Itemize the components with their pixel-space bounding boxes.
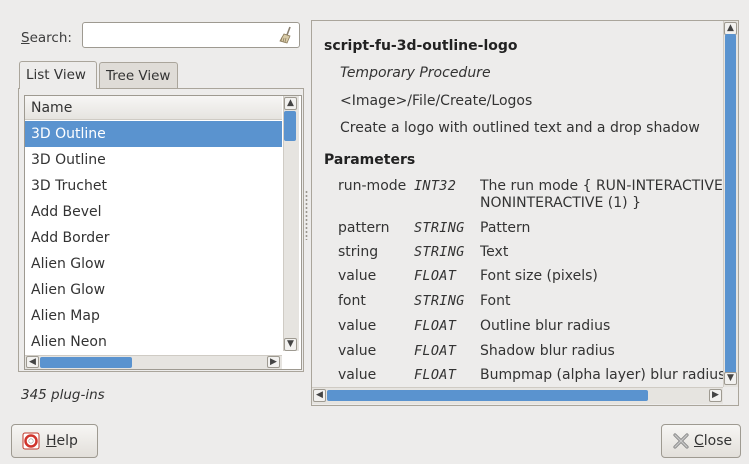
parameter-description: Shadow blur radius [480,343,615,359]
column-header-name[interactable]: Name [25,96,282,120]
parameter-name: value [338,343,377,359]
parameter-description: Font [480,293,511,309]
parameter-row: font STRING Font [0,293,749,317]
parameter-description: Font size (pixels) [480,268,598,284]
close-button-label: Close [694,433,733,449]
parameter-type: STRING [414,244,465,260]
parameter-type: STRING [414,220,465,236]
parameter-description: Bumpmap (alpha layer) blur radius [480,367,724,383]
parameter-type: FLOAT [414,343,457,359]
parameter-name: value [338,318,377,334]
parameter-name: run-mode [338,178,407,194]
search-input[interactable] [82,22,300,48]
procedure-type: Temporary Procedure [340,65,491,81]
help-lifebuoy-icon [22,432,40,450]
parameter-description: Text [480,244,509,260]
parameter-name: value [338,367,377,383]
help-button-label: Help [46,433,78,449]
parameter-type: STRING [414,293,465,309]
parameter-type: FLOAT [414,268,457,284]
close-icon [673,433,689,449]
parameter-type: FLOAT [414,367,457,383]
tab-tree-view[interactable]: Tree View [99,62,178,88]
help-button[interactable]: Help [11,424,98,458]
procedure-description: Create a logo with outlined text and a d… [340,120,700,136]
parameter-row: value FLOAT Outline blur radius [0,318,749,342]
list-vertical-scroll-thumb[interactable] [284,111,296,141]
list-item[interactable]: 3D Outline [25,121,282,147]
details-vertical-scroll-thumb[interactable] [725,34,736,374]
details-horizontal-scroll-thumb[interactable] [327,390,648,401]
parameter-description: NONINTERACTIVE (1) } [480,195,641,211]
scroll-right-icon[interactable]: ▶ [709,389,722,402]
parameter-type: INT32 [414,178,457,194]
parameter-row: value FLOAT Font size (pixels) [0,268,749,292]
close-button[interactable]: Close [661,424,741,458]
parameter-description: The run mode { RUN-INTERACTIVE (0), RUN- [480,178,724,194]
tab-list-view[interactable]: List View [19,61,97,89]
list-item[interactable]: 3D Outline [25,147,282,173]
parameter-name: value [338,268,377,284]
parameter-name: string [338,244,379,260]
parameters-heading: Parameters [324,152,416,168]
parameter-type: FLOAT [414,318,457,334]
parameter-description: Pattern [480,220,531,236]
procedure-menu-path: <Image>/File/Create/Logos [340,93,533,109]
search-label: Search: [21,30,72,46]
clear-broom-icon[interactable] [278,26,294,44]
scroll-down-icon[interactable]: ▼ [724,372,737,385]
parameter-name: pattern [338,220,390,236]
parameter-row: string STRING Text [0,244,749,268]
parameter-description: Outline blur radius [480,318,611,334]
parameter-row-continuation: NONINTERACTIVE (1) } [0,195,749,219]
scroll-up-icon[interactable]: ▲ [284,97,297,110]
parameter-name: font [338,293,366,309]
procedure-name: script-fu-3d-outline-logo [324,38,518,54]
parameter-row: pattern STRING Pattern [0,220,749,244]
scroll-left-icon[interactable]: ◀ [313,389,326,402]
parameter-row: value FLOAT Shadow blur radius [0,343,749,367]
